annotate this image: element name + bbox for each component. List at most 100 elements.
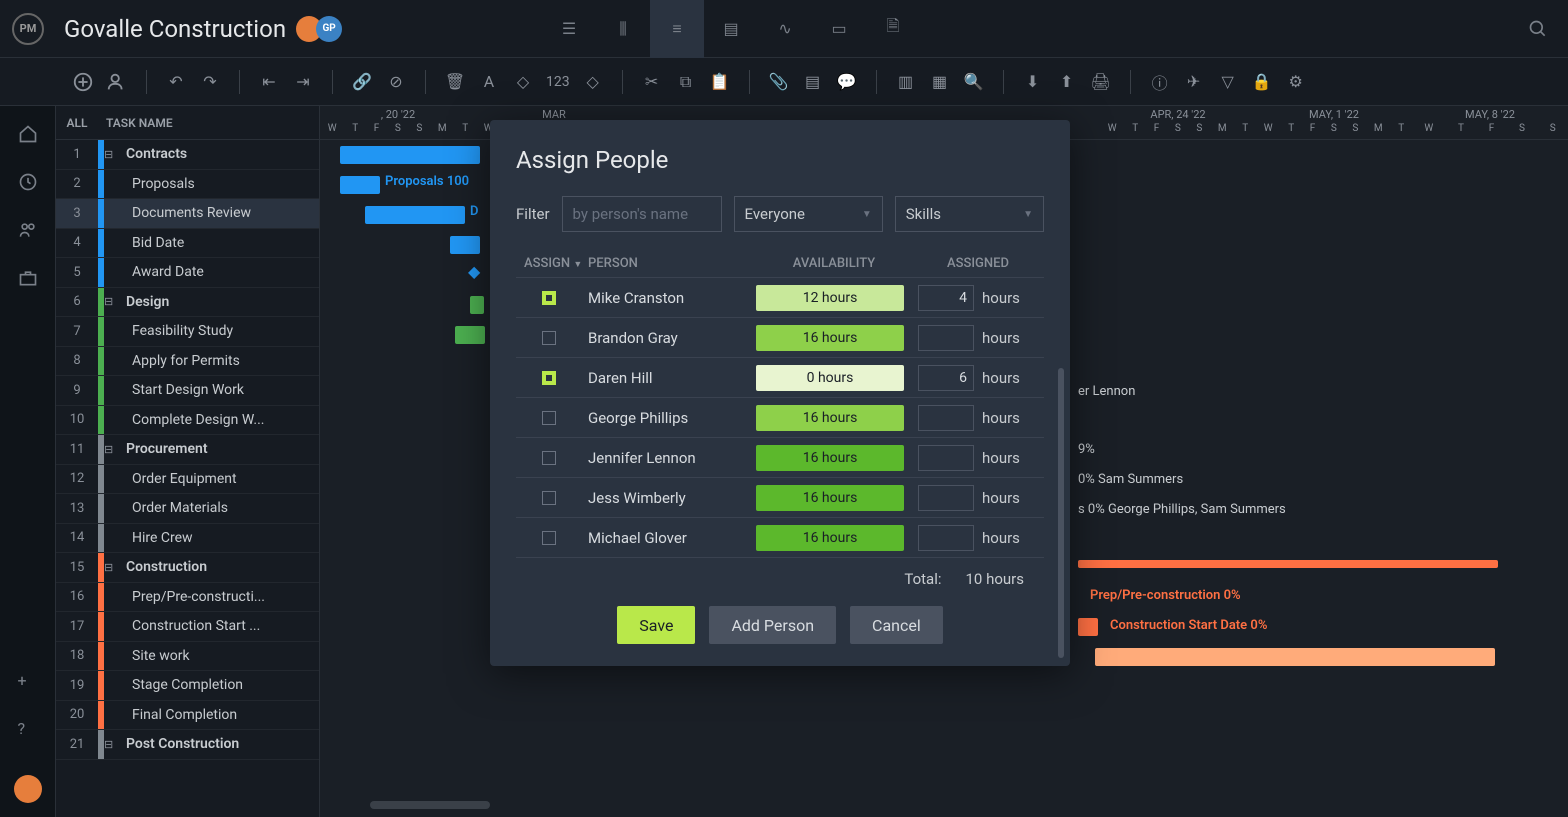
col-assigned[interactable]: ASSIGNED bbox=[912, 256, 1044, 271]
avatar-2[interactable]: GP bbox=[316, 16, 342, 42]
assign-checkbox[interactable] bbox=[542, 371, 556, 385]
outdent-icon[interactable]: ⇤ bbox=[258, 71, 280, 93]
columns-icon[interactable]: ▥ bbox=[895, 71, 917, 93]
filter-group-select[interactable]: Everyone▼ bbox=[734, 196, 883, 232]
view-calendar-icon[interactable]: ▭ bbox=[812, 0, 866, 58]
assigned-hours-input[interactable] bbox=[918, 285, 974, 311]
task-row[interactable]: 20Final Completion bbox=[56, 701, 319, 731]
send-icon[interactable]: ✈ bbox=[1183, 71, 1205, 93]
milestone-icon[interactable]: ◆ bbox=[468, 262, 480, 281]
modal-scrollbar[interactable] bbox=[1058, 368, 1064, 658]
export-icon[interactable]: ⬇ bbox=[1022, 71, 1044, 93]
assigned-hours-input[interactable] bbox=[918, 405, 974, 431]
gantt-bar[interactable] bbox=[340, 146, 480, 164]
gantt-bar[interactable] bbox=[1078, 560, 1498, 568]
assigned-hours-input[interactable] bbox=[918, 485, 974, 511]
home-icon[interactable] bbox=[18, 124, 38, 144]
task-row[interactable]: 6⊟Design bbox=[56, 288, 319, 318]
view-board-icon[interactable]: ⫼ bbox=[596, 0, 650, 58]
indent-icon[interactable]: ⇥ bbox=[292, 71, 314, 93]
assigned-hours-input[interactable] bbox=[918, 525, 974, 551]
link-icon[interactable]: 🔗 bbox=[351, 71, 373, 93]
gantt-bar[interactable] bbox=[455, 326, 485, 344]
gantt-bar[interactable] bbox=[450, 236, 480, 254]
app-logo[interactable]: PM bbox=[12, 13, 44, 45]
gantt-bar[interactable] bbox=[470, 296, 484, 314]
task-row[interactable]: 7Feasibility Study bbox=[56, 317, 319, 347]
paste-icon[interactable]: 📋 bbox=[709, 71, 731, 93]
task-row[interactable]: 11⊟Procurement bbox=[56, 435, 319, 465]
info-icon[interactable]: ⓘ bbox=[1149, 71, 1171, 93]
task-row[interactable]: 2Proposals bbox=[56, 170, 319, 200]
col-person[interactable]: PERSON bbox=[588, 256, 756, 271]
view-gantt-icon[interactable]: ≡ bbox=[650, 0, 704, 58]
zoom-icon[interactable]: 🔍 bbox=[963, 71, 985, 93]
add-icon[interactable] bbox=[72, 71, 94, 93]
horizontal-scrollbar[interactable] bbox=[370, 801, 490, 809]
view-list-icon[interactable]: ☰ bbox=[542, 0, 596, 58]
diamond-icon[interactable]: ◇ bbox=[582, 71, 604, 93]
attach-icon[interactable]: 📎 bbox=[768, 71, 790, 93]
filter-icon[interactable]: ▽ bbox=[1217, 71, 1239, 93]
gantt-bar[interactable] bbox=[1078, 618, 1098, 636]
print-icon[interactable]: 🖨 bbox=[1090, 71, 1112, 93]
task-row[interactable]: 18Site work bbox=[56, 642, 319, 672]
filter-skills-select[interactable]: Skills▼ bbox=[895, 196, 1044, 232]
search-icon[interactable] bbox=[1528, 19, 1548, 39]
task-row[interactable]: 3Documents Review bbox=[56, 199, 319, 229]
add-person-button[interactable]: Add Person bbox=[709, 606, 836, 644]
cut-icon[interactable]: ✂ bbox=[641, 71, 663, 93]
user-avatar[interactable] bbox=[14, 775, 42, 803]
task-row[interactable]: 5Award Date bbox=[56, 258, 319, 288]
task-row[interactable]: 4Bid Date bbox=[56, 229, 319, 259]
recent-icon[interactable] bbox=[18, 172, 38, 192]
share-icon[interactable]: ⬆ bbox=[1056, 71, 1078, 93]
view-sheet-icon[interactable]: ▤ bbox=[704, 0, 758, 58]
task-row[interactable]: 14Hire Crew bbox=[56, 524, 319, 554]
gantt-bar[interactable] bbox=[365, 206, 465, 224]
undo-icon[interactable]: ↶ bbox=[165, 71, 187, 93]
assigned-hours-input[interactable] bbox=[918, 445, 974, 471]
member-avatars[interactable]: GP bbox=[302, 16, 342, 42]
sort-icon[interactable]: ▼ bbox=[573, 260, 582, 270]
note-icon[interactable]: ▤ bbox=[802, 71, 824, 93]
view-file-icon[interactable]: 🗎 bbox=[866, 0, 920, 58]
task-row[interactable]: 15⊟Construction bbox=[56, 553, 319, 583]
plus-icon[interactable]: + bbox=[18, 671, 38, 691]
task-row[interactable]: 12Order Equipment bbox=[56, 465, 319, 495]
assign-checkbox[interactable] bbox=[542, 491, 556, 505]
lock-icon[interactable]: 🔒 bbox=[1251, 71, 1273, 93]
task-row[interactable]: 1⊟Contracts bbox=[56, 140, 319, 170]
assigned-hours-input[interactable] bbox=[918, 325, 974, 351]
team-icon[interactable] bbox=[18, 220, 38, 240]
task-row[interactable]: 16Prep/Pre-constructi... bbox=[56, 583, 319, 613]
assign-checkbox[interactable] bbox=[542, 291, 556, 305]
task-row[interactable]: 9Start Design Work bbox=[56, 376, 319, 406]
task-row[interactable]: 19Stage Completion bbox=[56, 671, 319, 701]
assign-checkbox[interactable] bbox=[542, 331, 556, 345]
text-icon[interactable]: A bbox=[478, 71, 500, 93]
help-icon[interactable]: ? bbox=[18, 719, 38, 739]
assigned-hours-input[interactable] bbox=[918, 365, 974, 391]
task-row[interactable]: 21⊟Post Construction bbox=[56, 730, 319, 760]
unlink-icon[interactable]: ⊘ bbox=[385, 71, 407, 93]
redo-icon[interactable]: ↷ bbox=[199, 71, 221, 93]
view-activity-icon[interactable]: ∿ bbox=[758, 0, 812, 58]
cancel-button[interactable]: Cancel bbox=[850, 606, 943, 644]
grid-icon[interactable]: ▦ bbox=[929, 71, 951, 93]
task-row[interactable]: 8Apply for Permits bbox=[56, 347, 319, 377]
task-row[interactable]: 10Complete Design W... bbox=[56, 406, 319, 436]
assign-checkbox[interactable] bbox=[542, 411, 556, 425]
task-row[interactable]: 13Order Materials bbox=[56, 494, 319, 524]
task-row[interactable]: 17Construction Start ... bbox=[56, 612, 319, 642]
add-person-icon[interactable] bbox=[106, 71, 128, 93]
gantt-bar[interactable] bbox=[1095, 648, 1495, 666]
assign-checkbox[interactable] bbox=[542, 451, 556, 465]
col-all[interactable]: ALL bbox=[56, 116, 98, 130]
col-availability[interactable]: AVAILABILITY bbox=[756, 256, 912, 271]
col-assign[interactable]: ASSIGN bbox=[524, 256, 570, 271]
comment-icon[interactable]: 💬 bbox=[836, 71, 858, 93]
settings-icon[interactable]: ⚙ bbox=[1285, 71, 1307, 93]
filter-input[interactable] bbox=[562, 196, 722, 232]
copy-icon[interactable]: ⧉ bbox=[675, 71, 697, 93]
